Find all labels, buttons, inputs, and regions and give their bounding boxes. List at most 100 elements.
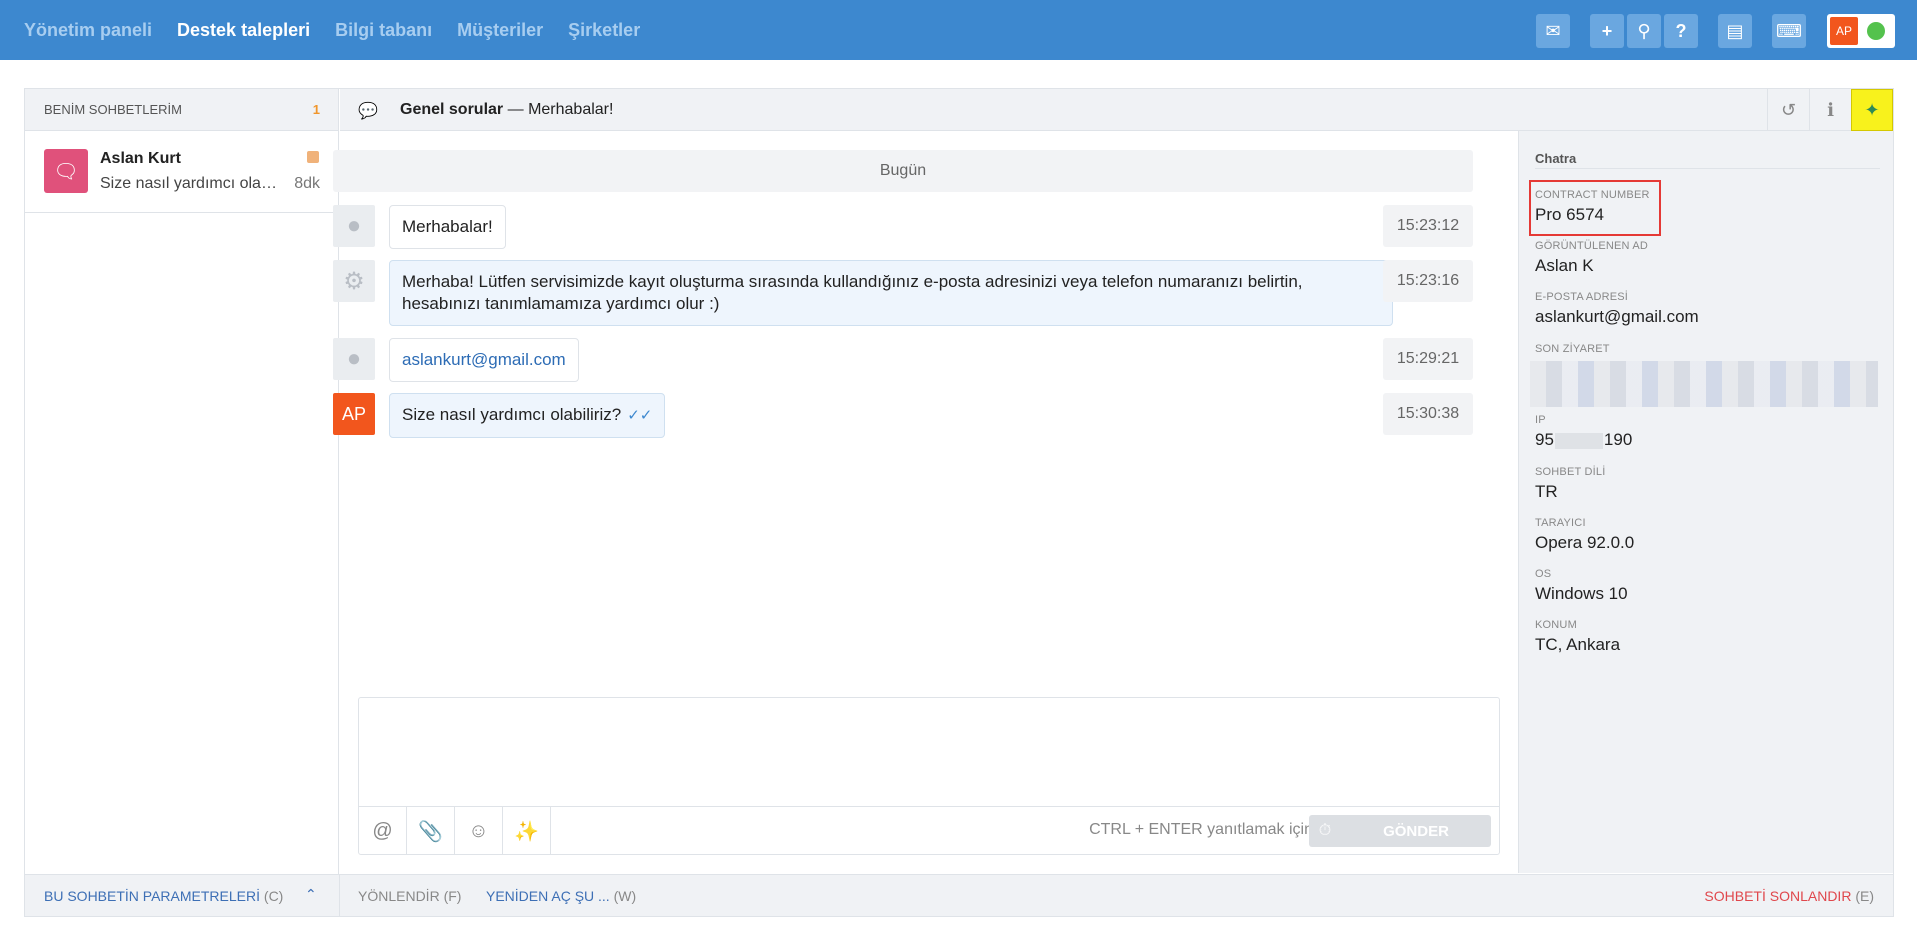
message-time: 15:23:16 xyxy=(1383,260,1473,302)
message-text: Size nasıl yardımcı olabiliriz? xyxy=(402,405,622,424)
field-last-visit: SON ZİYARET xyxy=(1535,343,1610,355)
message-bubble: aslankurt@gmail.com xyxy=(389,338,579,382)
info-icon[interactable]: ℹ xyxy=(1809,89,1851,131)
redacted-last-visit xyxy=(1530,361,1878,407)
email-link[interactable]: aslankurt@gmail.com xyxy=(402,350,566,369)
bot-message-bubble: Merhaba! Lütfen servisimizde kayıt oluşt… xyxy=(389,260,1393,326)
ip-prefix: 95 xyxy=(1535,430,1554,449)
main-nav: Yönetim paneli Destek talepleri Bilgi ta… xyxy=(24,0,640,60)
footer-divider xyxy=(339,875,340,917)
user-status-toggle[interactable]: AP xyxy=(1827,14,1895,48)
online-status-dot xyxy=(1867,22,1885,40)
chat-visitor-name: Aslan Kurt xyxy=(100,150,181,167)
message-bubble: Merhabalar! xyxy=(389,205,506,249)
visitor-avatar-icon: ● xyxy=(333,205,375,247)
chat-topic: Genel sorular — Merhabalar! xyxy=(400,101,613,119)
nav-support-tickets[interactable]: Destek talepleri xyxy=(177,20,310,41)
plugin-puzzle-icon[interactable]: ✦ xyxy=(1851,89,1893,131)
reopen-link[interactable]: YENİDEN AÇ ŞU ... (W) xyxy=(486,888,636,904)
chevron-up-icon[interactable]: ⌃ xyxy=(305,886,317,903)
chat-params-link[interactable]: BU SOHBETİN PARAMETRELERİ (C) xyxy=(44,888,283,904)
field-os: OS Windows 10 xyxy=(1535,568,1628,604)
redacted-mask xyxy=(1554,432,1603,449)
timer-icon[interactable]: ⏱ xyxy=(1309,815,1341,847)
chat-footer: BU SOHBETİN PARAMETRELERİ (C) ⌃ YÖNLENDİ… xyxy=(25,874,1893,917)
chat-list-item[interactable]: 🗨 Aslan Kurt Size nasıl yardımcı olabili… xyxy=(25,131,338,213)
field-value: 95 190 xyxy=(1535,430,1632,450)
nav-knowledge-base[interactable]: Bilgi tabanı xyxy=(335,20,432,41)
send-hint: CTRL + ENTER yanıtlamak için xyxy=(1089,821,1313,838)
shortcut-key: (W) xyxy=(613,888,637,904)
nav-customers[interactable]: Müşteriler xyxy=(457,20,543,41)
unread-badge xyxy=(307,151,319,163)
search-icon[interactable]: ⚲ xyxy=(1627,14,1661,48)
chat-bubble-icon: 🗨 xyxy=(44,149,88,193)
field-label: SON ZİYARET xyxy=(1535,343,1610,355)
shortcut-key: (E) xyxy=(1855,888,1874,904)
field-location: KONUM TC, Ankara xyxy=(1535,619,1620,655)
smiley-icon[interactable]: ☺ xyxy=(455,807,503,855)
top-navigation-bar: Yönetim paneli Destek talepleri Bilgi ta… xyxy=(0,0,1917,60)
nav-dashboard[interactable]: Yönetim paneli xyxy=(24,20,152,41)
at-icon[interactable]: @ xyxy=(359,807,407,855)
field-value: Aslan K xyxy=(1535,256,1594,275)
end-chat-link[interactable]: SOHBETİ SONLANDIR (E) xyxy=(1704,888,1874,904)
field-label: E-POSTA ADRESİ xyxy=(1535,291,1629,303)
send-button[interactable]: GÖNDER xyxy=(1341,815,1491,847)
reply-toolbar: @ 📎 ☺ ✨ CTRL + ENTER yanıtlamak için ⏱ G… xyxy=(359,806,1499,855)
history-icon[interactable]: ↺ xyxy=(1767,89,1809,131)
message-time: 15:29:21 xyxy=(1383,338,1473,380)
my-chats-count: 1 xyxy=(312,102,320,117)
my-chats-header: BENİM SOHBETLERİM 1 xyxy=(25,89,338,131)
help-icon[interactable]: ? xyxy=(1664,14,1698,48)
shortcut-key: (C) xyxy=(263,888,284,904)
reopen-label: YENİDEN AÇ ŞU ... xyxy=(486,888,610,904)
field-value: Windows 10 xyxy=(1535,584,1628,603)
bot-gears-icon: ⚙ xyxy=(333,260,375,302)
forward-link[interactable]: YÖNLENDİR (F) xyxy=(358,888,461,904)
end-chat-label: SOHBETİ SONLANDIR xyxy=(1704,888,1852,904)
chat-icon[interactable]: ✉ xyxy=(1536,14,1570,48)
field-chat-language: SOHBET DİLİ TR xyxy=(1535,466,1605,502)
field-value: aslankurt@gmail.com xyxy=(1535,307,1699,326)
user-avatar: AP xyxy=(1830,17,1858,45)
field-value: Opera 92.0.0 xyxy=(1535,533,1635,552)
briefcase-icon[interactable]: ▤ xyxy=(1718,14,1752,48)
highlight-box xyxy=(1529,180,1661,236)
message-text: Merhaba! Lütfen servisimizde kayıt oluşt… xyxy=(402,272,1303,313)
chat-bubbles-icon: 💬 xyxy=(358,103,378,120)
day-divider: Bugün xyxy=(333,150,1473,192)
chat-params-label: BU SOHBETİN PARAMETRELERİ xyxy=(44,888,261,904)
reply-box[interactable]: @ 📎 ☺ ✨ CTRL + ENTER yanıtlamak için ⏱ G… xyxy=(358,697,1500,855)
field-label: OS xyxy=(1535,568,1552,580)
visitor-avatar-icon: ● xyxy=(333,338,375,380)
topic-separator: — xyxy=(507,101,524,118)
field-label: IP xyxy=(1535,414,1546,426)
keyboard-icon[interactable]: ⌨ xyxy=(1772,14,1806,48)
ip-suffix: 190 xyxy=(1603,430,1633,449)
magic-wand-icon[interactable]: ✨ xyxy=(503,807,551,855)
field-value: TR xyxy=(1535,482,1558,501)
chat-subject: Merhabalar! xyxy=(528,101,614,118)
field-label: TARAYICI xyxy=(1535,517,1586,529)
field-label: GÖRÜNTÜLENEN AD xyxy=(1535,240,1649,252)
read-checkmark-icon: ✓✓ xyxy=(627,407,653,424)
paperclip-icon[interactable]: 📎 xyxy=(407,807,455,855)
my-chats-panel: BENİM SOHBETLERİM 1 🗨 Aslan Kurt Size na… xyxy=(25,89,339,874)
forward-label: YÖNLENDİR xyxy=(358,888,440,904)
chat-header: 💬 Genel sorular — Merhabalar! ↺ ℹ ✦ xyxy=(340,89,1893,131)
field-display-name: GÖRÜNTÜLENEN AD Aslan K xyxy=(1535,240,1648,276)
nav-companies[interactable]: Şirketler xyxy=(568,20,640,41)
agent-avatar: AP xyxy=(333,393,375,435)
field-value: TC, Ankara xyxy=(1535,635,1621,654)
message-text: Merhabalar! xyxy=(402,217,493,236)
visitor-info-panel: Chatra CONTRACT NUMBER Pro 6574 GÖRÜNTÜL… xyxy=(1518,131,1893,873)
my-chats-title: BENİM SOHBETLERİM xyxy=(44,102,182,117)
field-ip: IP 95 190 xyxy=(1535,414,1632,450)
chat-group-name: Genel sorular xyxy=(400,101,504,118)
chat-preview: Size nasıl yardımcı olabiliriz? xyxy=(100,175,285,192)
field-label: SOHBET DİLİ xyxy=(1535,466,1606,478)
plus-icon[interactable]: + xyxy=(1590,14,1624,48)
field-email: E-POSTA ADRESİ aslankurt@gmail.com xyxy=(1535,291,1699,327)
field-label: KONUM xyxy=(1535,619,1577,631)
